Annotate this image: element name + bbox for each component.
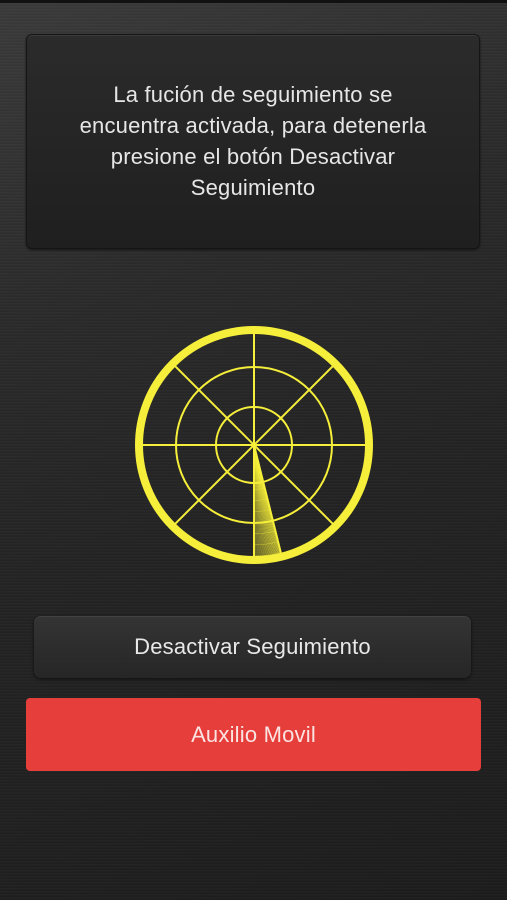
radar-icon — [131, 322, 377, 568]
deactivate-tracking-label: Desactivar Seguimiento — [134, 634, 371, 659]
radar-graphic — [135, 326, 373, 564]
message-panel: La fución de seguimiento se encuentra ac… — [26, 34, 480, 249]
tracking-message: La fución de seguimiento se encuentra ac… — [79, 82, 427, 200]
deactivate-tracking-button[interactable]: Desactivar Seguimiento — [34, 616, 471, 678]
auxilio-movil-button[interactable]: Auxilio Movil — [26, 698, 481, 771]
radar-sweep — [253, 444, 282, 557]
top-edge — [0, 0, 507, 3]
auxilio-movil-label: Auxilio Movil — [191, 721, 316, 747]
